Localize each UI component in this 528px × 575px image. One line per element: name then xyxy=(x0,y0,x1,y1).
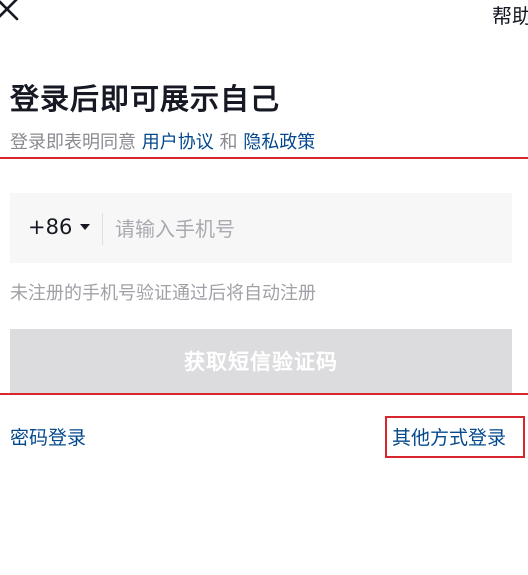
annotation-line-bottom xyxy=(0,393,528,395)
agreement-prefix: 登录即表明同意 xyxy=(10,132,136,153)
phone-row: +86 xyxy=(10,193,512,263)
country-code-selector[interactable]: +86 xyxy=(28,215,72,239)
page-title: 登录后即可展示自己 xyxy=(10,82,281,116)
phone-input[interactable] xyxy=(113,209,497,249)
password-login-link[interactable]: 密码登录 xyxy=(10,423,86,450)
close-icon[interactable] xyxy=(0,0,20,22)
agreement-and: 和 xyxy=(219,132,238,153)
agreement-text: 登录即表明同意 用户协议 和 隐私政策 xyxy=(10,128,315,154)
privacy-policy-link[interactable]: 隐私政策 xyxy=(243,132,315,153)
other-login-link[interactable]: 其他方式登录 xyxy=(392,423,506,450)
register-hint: 未注册的手机号验证通过后将自动注册 xyxy=(10,283,316,304)
caret-down-icon[interactable] xyxy=(80,224,90,230)
help-link[interactable]: 帮助 xyxy=(492,0,528,29)
user-agreement-link[interactable]: 用户协议 xyxy=(142,132,214,153)
divider xyxy=(102,213,103,245)
annotation-line-top xyxy=(0,157,528,159)
get-sms-code-button[interactable]: 获取短信验证码 xyxy=(10,329,512,393)
